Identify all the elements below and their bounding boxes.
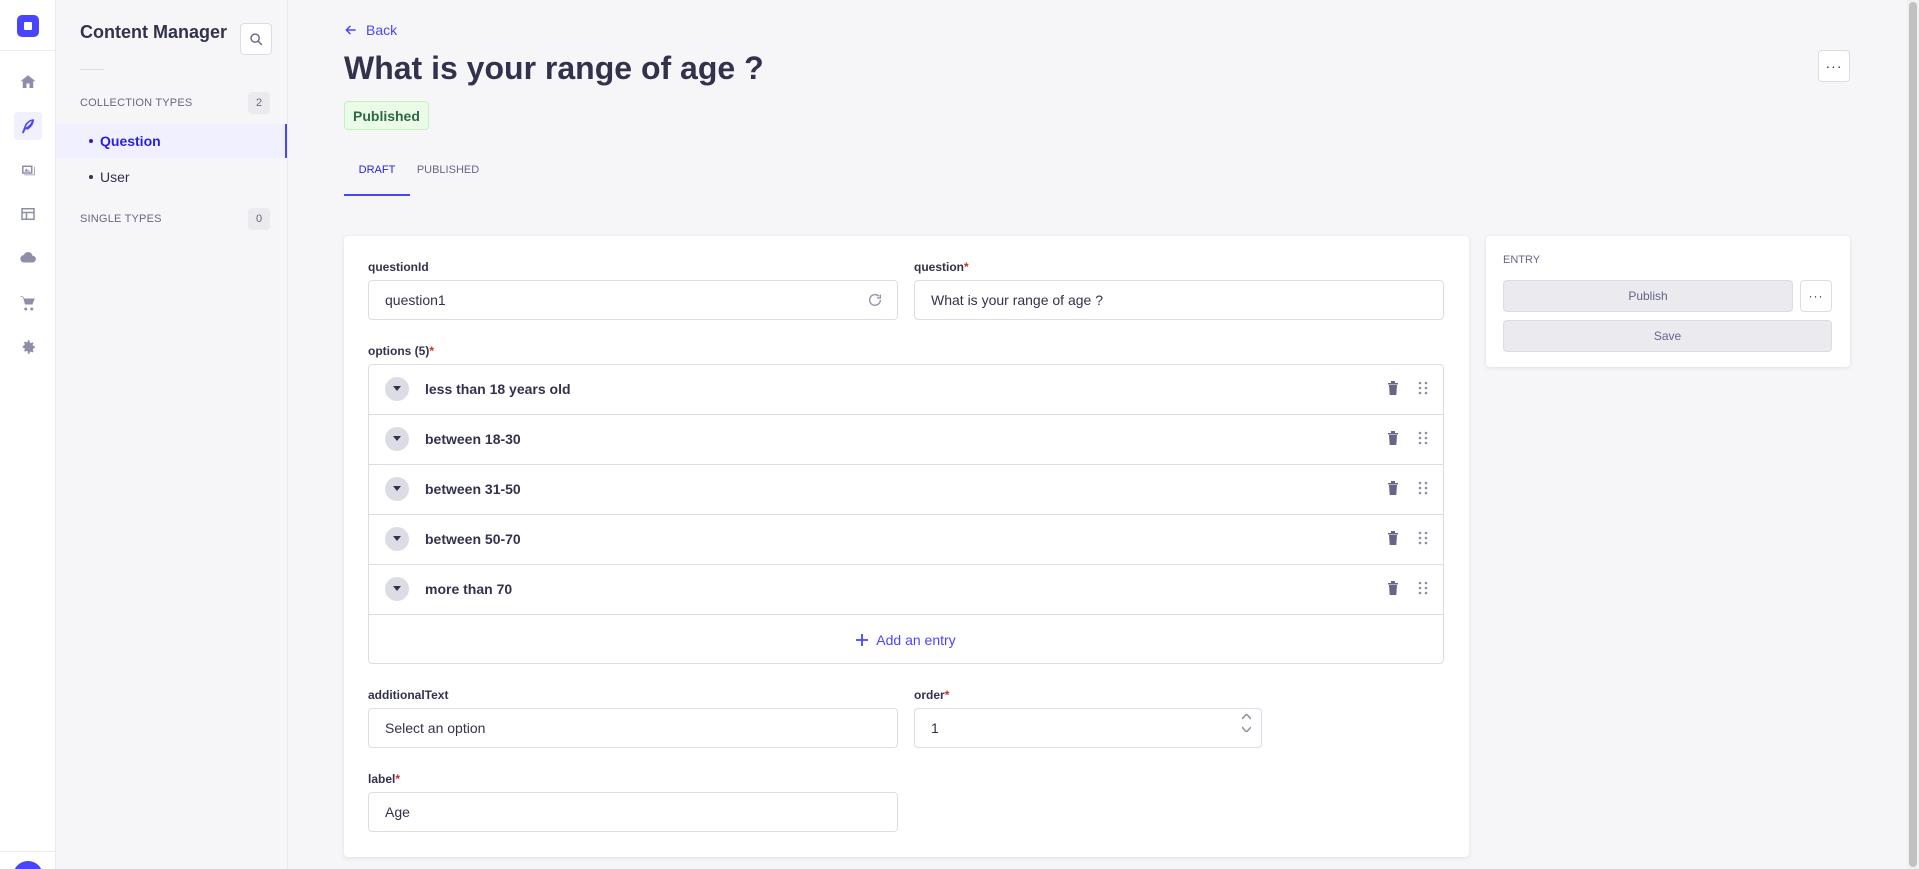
additionaltext-label: additionalText <box>368 688 449 702</box>
plus-icon <box>856 634 869 646</box>
options-repeatable: less than 18 years old between 18-30 bet… <box>368 364 1444 664</box>
header-more-button[interactable]: ··· <box>1818 50 1850 82</box>
chevron-up-icon[interactable] <box>1242 714 1251 720</box>
option-row[interactable]: between 31-50 <box>369 465 1443 515</box>
back-link[interactable]: Back <box>344 22 397 38</box>
media-library-icon[interactable] <box>14 156 42 184</box>
option-row[interactable]: less than 18 years old <box>369 365 1443 415</box>
option-row[interactable]: between 50-70 <box>369 515 1443 565</box>
status-badge: Published <box>344 101 429 130</box>
option-label: between 18-30 <box>425 431 521 447</box>
entry-heading: ENTRY <box>1503 254 1541 266</box>
content-manager-subnav: Content Manager COLLECTION TYPES 2 Quest… <box>56 0 288 869</box>
question-input[interactable]: What is your range of age ? <box>914 280 1444 320</box>
subnav-title: Content Manager <box>80 22 228 42</box>
additionaltext-select[interactable]: Select an option <box>368 708 898 748</box>
page-scrollbar[interactable] <box>1907 0 1919 869</box>
collection-types-heading[interactable]: COLLECTION TYPES <box>80 97 192 109</box>
questionid-input[interactable]: question1 <box>368 280 898 320</box>
scrollbar-thumb[interactable] <box>1909 2 1917 867</box>
chevron-down-icon[interactable] <box>385 377 409 401</box>
drag-handle-icon[interactable] <box>1418 581 1428 595</box>
subnav-divider <box>80 69 104 70</box>
question-label: question* <box>914 260 969 274</box>
user-avatar[interactable] <box>13 861 43 869</box>
subnav-search-button[interactable] <box>240 23 272 55</box>
arrow-left-icon <box>345 25 356 35</box>
questionid-value: question1 <box>385 292 446 308</box>
option-label: more than 70 <box>425 581 513 597</box>
content-manager-icon[interactable] <box>14 112 42 140</box>
rail-bottom-divider <box>0 851 56 852</box>
trash-icon[interactable] <box>1387 431 1399 445</box>
drag-handle-icon[interactable] <box>1418 481 1428 495</box>
publish-button[interactable]: Publish <box>1503 280 1793 312</box>
order-value: 1 <box>931 720 939 736</box>
option-label: between 31-50 <box>425 481 521 497</box>
regenerate-icon[interactable] <box>867 292 883 308</box>
tab-draft[interactable]: DRAFT <box>344 160 410 196</box>
bullet-icon <box>89 175 93 179</box>
sidebar-item-label: User <box>100 169 130 185</box>
chevron-down-icon[interactable] <box>385 477 409 501</box>
chevron-down-icon[interactable] <box>385 527 409 551</box>
question-value: What is your range of age ? <box>931 292 1103 308</box>
single-types-count: 0 <box>248 208 270 230</box>
add-entry-label: Add an entry <box>876 632 956 648</box>
content-type-builder-icon[interactable] <box>14 200 42 228</box>
bullet-icon <box>89 139 93 143</box>
page-title: What is your range of age ? <box>344 50 764 86</box>
additionaltext-placeholder: Select an option <box>385 720 486 736</box>
label-field-label: label* <box>368 772 401 786</box>
strapi-logo-icon[interactable] <box>17 15 39 37</box>
save-button[interactable]: Save <box>1503 320 1832 352</box>
trash-icon[interactable] <box>1387 481 1399 495</box>
sidebar-item-label: Question <box>100 133 161 149</box>
more-icon: ··· <box>1808 289 1824 303</box>
order-label: order* <box>914 688 950 702</box>
home-icon[interactable] <box>14 68 42 96</box>
label-value: Age <box>385 804 410 820</box>
sidebar-item-question[interactable]: Question <box>56 124 287 158</box>
chevron-down-icon[interactable] <box>1242 726 1251 732</box>
trash-icon[interactable] <box>1387 581 1399 595</box>
cloud-icon[interactable] <box>14 244 42 272</box>
add-entry-button[interactable]: Add an entry <box>369 615 1443 663</box>
chevron-down-icon[interactable] <box>385 577 409 601</box>
drag-handle-icon[interactable] <box>1418 431 1428 445</box>
entry-more-button[interactable]: ··· <box>1800 280 1832 312</box>
tab-published[interactable]: PUBLISHED <box>410 160 486 196</box>
settings-icon[interactable] <box>14 333 42 361</box>
single-types-heading[interactable]: SINGLE TYPES <box>80 213 162 225</box>
entry-side-panel: ENTRY Publish ··· Save <box>1486 236 1850 367</box>
number-stepper[interactable] <box>1242 714 1251 732</box>
label-input[interactable]: Age <box>368 792 898 832</box>
trash-icon[interactable] <box>1387 531 1399 545</box>
edit-form-card: questionId question1 question* What is y… <box>344 236 1469 857</box>
collection-types-count: 2 <box>248 92 270 114</box>
option-row[interactable]: more than 70 <box>369 565 1443 615</box>
order-input[interactable]: 1 <box>914 708 1262 748</box>
sidebar-item-user[interactable]: User <box>56 160 287 194</box>
option-label: between 50-70 <box>425 531 521 547</box>
chevron-down-icon[interactable] <box>385 427 409 451</box>
rail-divider <box>0 50 56 51</box>
drag-handle-icon[interactable] <box>1418 531 1428 545</box>
option-row[interactable]: between 18-30 <box>369 415 1443 465</box>
questionid-label: questionId <box>368 260 429 274</box>
options-label: options (5)* <box>368 344 434 358</box>
back-label: Back <box>366 22 398 38</box>
drag-handle-icon[interactable] <box>1418 381 1428 395</box>
trash-icon[interactable] <box>1387 381 1399 395</box>
marketplace-icon[interactable] <box>14 289 42 317</box>
option-label: less than 18 years old <box>425 381 571 397</box>
search-icon <box>250 33 263 46</box>
main-nav-rail <box>0 0 56 869</box>
more-icon: ··· <box>1825 58 1843 74</box>
